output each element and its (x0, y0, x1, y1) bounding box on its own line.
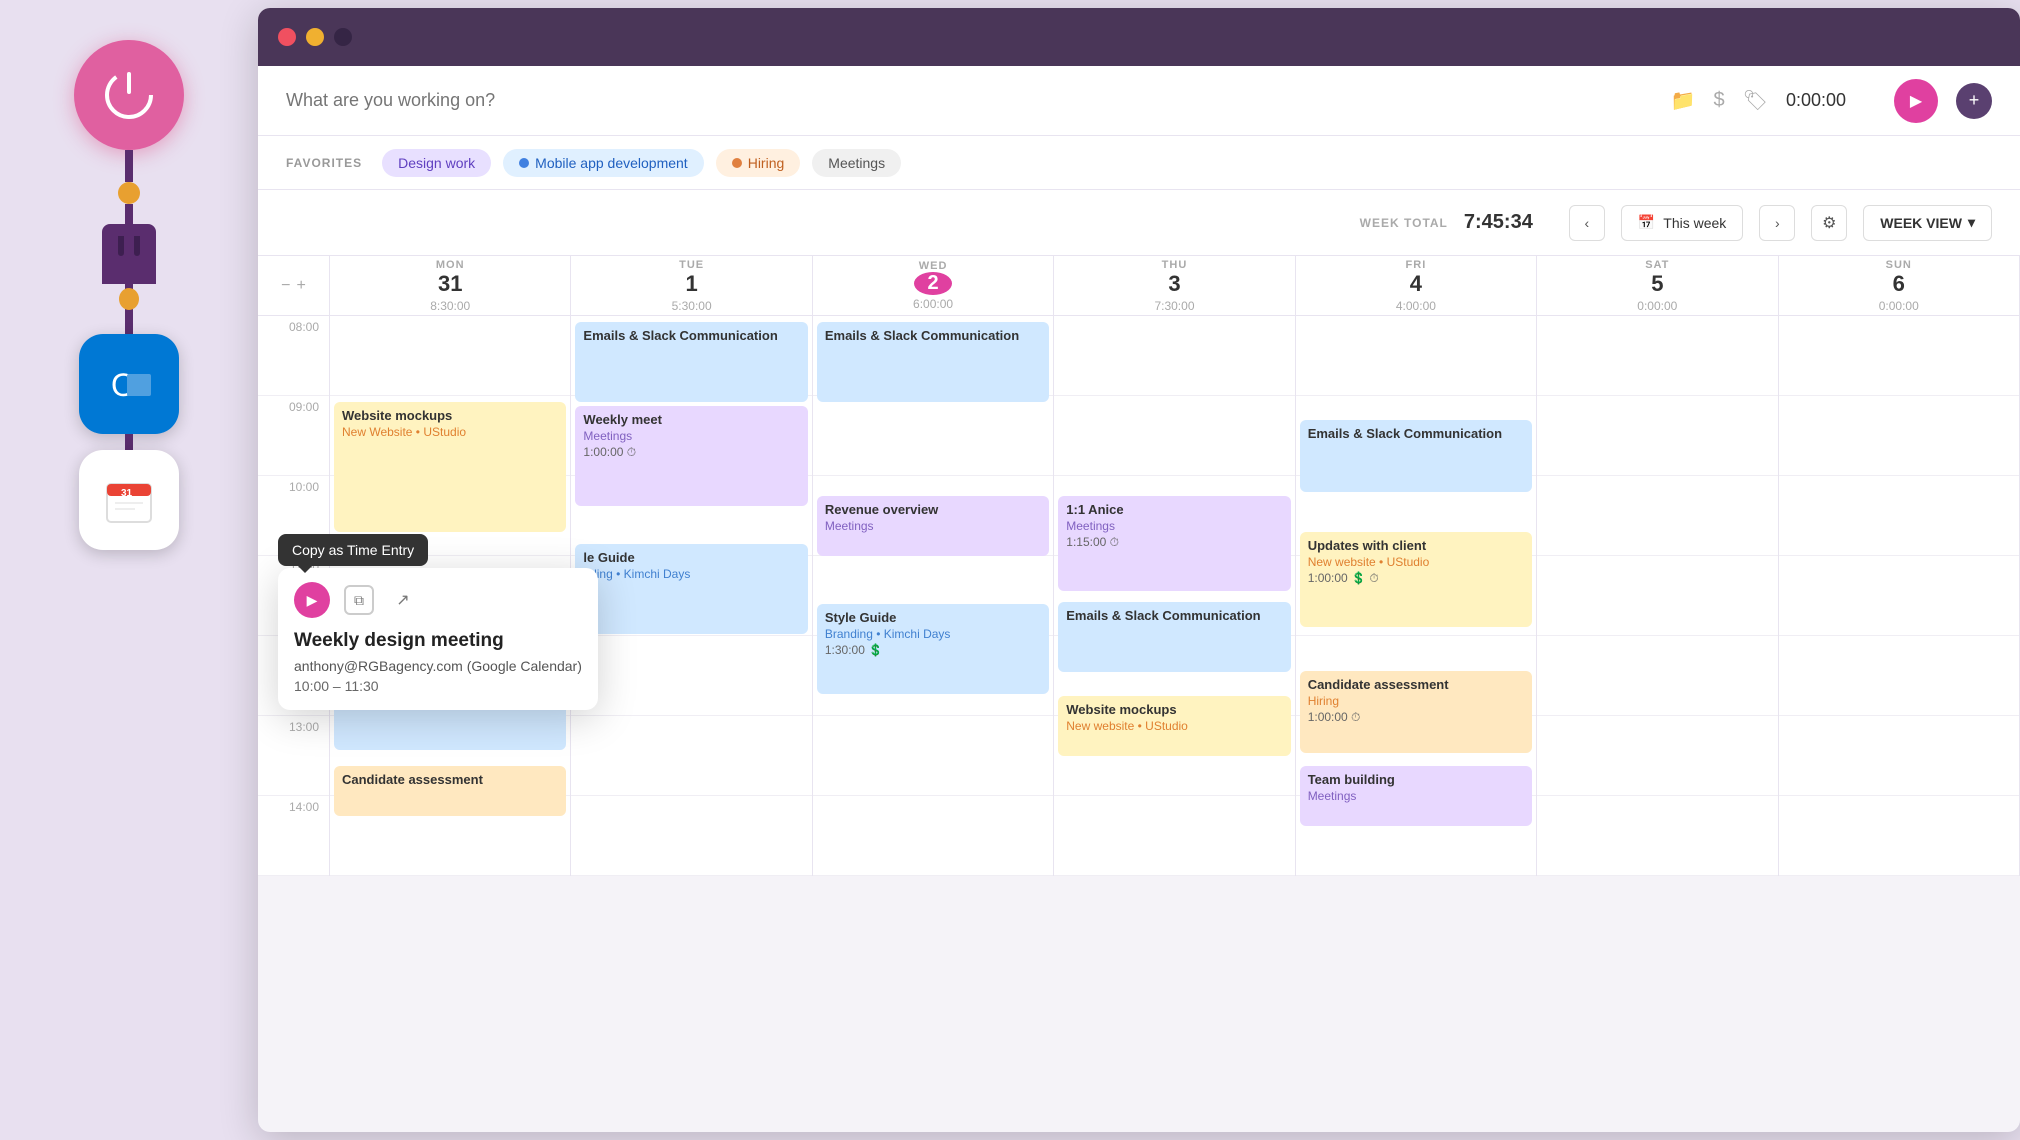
time-label-08: 08:00 (258, 316, 329, 396)
titlebar (258, 8, 2020, 66)
event-fri-emails[interactable]: Emails & Slack Communication (1300, 420, 1532, 492)
zoom-out-icon[interactable]: − (281, 277, 290, 295)
time-gutter-header: − + (258, 256, 330, 315)
day-headers: − + MON 31 8:30:00 TUE 1 5:30:00 WED 2 6… (258, 256, 2020, 316)
time-label-13: 13:00 (258, 716, 329, 796)
event-tue-emails[interactable]: Emails & Slack Communication (575, 322, 807, 402)
week-view-label: WEEK VIEW (1880, 215, 1962, 231)
event-fri-candidate[interactable]: Candidate assessment Hiring 1:00:00 ⏱ (1300, 671, 1532, 753)
main-window: 📁 $ 🏷 0:00:00 ▶ + FAVORITES Design work … (258, 8, 2020, 1132)
calendar-grid: − + MON 31 8:30:00 TUE 1 5:30:00 WED 2 6… (258, 256, 2020, 876)
calendar-icon: 📅 (1638, 214, 1655, 231)
day-col-thu: 1:1 Anice Meetings 1:15:00 ⏱ Emails & Sl… (1054, 316, 1295, 876)
favorite-design-work[interactable]: Design work (382, 149, 491, 177)
event-wed-emails[interactable]: Emails & Slack Communication (817, 322, 1049, 402)
mobile-dot (519, 158, 529, 168)
event-thu-emails[interactable]: Emails & Slack Communication (1058, 602, 1290, 672)
plug-icon (102, 224, 156, 284)
sidebar: O 31 (0, 0, 258, 1140)
day-header-mon: MON 31 8:30:00 (330, 256, 571, 315)
copy-time-entry-tooltip[interactable]: Copy as Time Entry (278, 534, 428, 566)
next-week-button[interactable]: › (1759, 205, 1795, 241)
popup-external-link-button[interactable]: ↗ (388, 585, 418, 615)
event-wed-revenue[interactable]: Revenue overview Meetings (817, 496, 1049, 556)
time-label-14: 14:00 (258, 796, 329, 876)
week-view-button[interactable]: WEEK VIEW ▾ (1863, 205, 1992, 241)
day-header-thu: THU 3 7:30:00 (1054, 256, 1295, 315)
folder-icon[interactable]: 📁 (1671, 88, 1696, 113)
header: 📁 $ 🏷 0:00:00 ▶ + (258, 66, 2020, 136)
svg-text:31: 31 (121, 488, 133, 499)
event-mon-candidate[interactable]: Candidate assessment (334, 766, 566, 816)
favorites-label: FAVORITES (286, 156, 362, 170)
day-header-fri: FRI 4 4:00:00 (1296, 256, 1537, 315)
zoom-in-icon[interactable]: + (297, 277, 306, 295)
search-input[interactable] (286, 90, 1651, 111)
gcal-icon[interactable]: 31 (79, 450, 179, 550)
favorites-bar: FAVORITES Design work Mobile app develop… (258, 136, 2020, 190)
power-button[interactable] (74, 40, 184, 150)
day-header-sun: SUN 6 0:00:00 (1779, 256, 2020, 315)
settings-button[interactable]: ⚙ (1811, 205, 1847, 241)
this-week-button[interactable]: 📅 This week (1621, 205, 1743, 241)
day-col-wed: Emails & Slack Communication Revenue ove… (813, 316, 1054, 876)
week-total-label: WEEK TOTAL (1360, 216, 1448, 230)
time-display: 0:00:00 (1786, 90, 1876, 111)
favorite-hiring[interactable]: Hiring (716, 149, 801, 177)
tag-icon[interactable]: 🏷 (1743, 88, 1768, 113)
minimize-button[interactable] (306, 28, 324, 46)
event-mon-website-mockups[interactable]: Website mockups New Website • UStudio (334, 402, 566, 532)
this-week-label: This week (1663, 215, 1726, 231)
play-timer-button[interactable]: ▶ (1894, 79, 1938, 123)
header-icons: 📁 $ 🏷 0:00:00 ▶ + (1671, 79, 1992, 123)
prev-week-button[interactable]: ‹ (1569, 205, 1605, 241)
day-col-tue: Emails & Slack Communication Weekly meet… (571, 316, 812, 876)
favorite-mobile-app[interactable]: Mobile app development (503, 149, 704, 177)
week-view-chevron: ▾ (1968, 214, 1975, 231)
day-col-fri: Emails & Slack Communication Updates wit… (1296, 316, 1537, 876)
day-header-sat: SAT 5 0:00:00 (1537, 256, 1778, 315)
popup-title: Weekly design meeting (294, 630, 582, 652)
event-thu-anice[interactable]: 1:1 Anice Meetings 1:15:00 ⏱ (1058, 496, 1290, 591)
hiring-dot (732, 158, 742, 168)
event-tue-style-guide[interactable]: le Guide nding • Kimchi Days (575, 544, 807, 634)
time-label-09: 09:00 (258, 396, 329, 476)
week-total-time: 7:45:34 (1464, 211, 1533, 234)
day-header-tue: TUE 1 5:30:00 (571, 256, 812, 315)
day-col-sat (1537, 316, 1778, 876)
event-wed-style-guide[interactable]: Style Guide Branding • Kimchi Days 1:30:… (817, 604, 1049, 694)
add-entry-button[interactable]: + (1956, 83, 1992, 119)
day-col-sun (1779, 316, 2020, 876)
popup-actions: ▶ ⧉ ↗ (278, 568, 598, 624)
popup-details: Weekly design meeting anthony@RGBagency.… (278, 624, 598, 710)
close-button[interactable] (278, 28, 296, 46)
day-header-wed: WED 2 6:00:00 (813, 256, 1054, 315)
event-detail-popup: ▶ ⧉ ↗ Weekly design meeting anthony@RGBa… (278, 568, 598, 710)
event-fri-team-building[interactable]: Team building Meetings (1300, 766, 1532, 826)
popup-copy-button[interactable]: ⧉ (344, 585, 374, 615)
cal-toolbar: WEEK TOTAL 7:45:34 ‹ 📅 This week › ⚙ WEE… (258, 190, 2020, 256)
outlook-icon[interactable]: O (79, 334, 179, 434)
event-tue-weekly-meet[interactable]: Weekly meet Meetings 1:00:00 ⏱ (575, 406, 807, 506)
dollar-icon[interactable]: $ (1713, 89, 1724, 112)
event-thu-website[interactable]: Website mockups New website • UStudio (1058, 696, 1290, 756)
popup-time: 10:00 – 11:30 (294, 678, 582, 694)
maximize-button[interactable] (334, 28, 352, 46)
popup-play-button[interactable]: ▶ (294, 582, 330, 618)
event-fri-updates[interactable]: Updates with client New website • UStudi… (1300, 532, 1532, 627)
favorite-meetings[interactable]: Meetings (812, 149, 901, 177)
popup-email: anthony@RGBagency.com (Google Calendar) (294, 658, 582, 674)
